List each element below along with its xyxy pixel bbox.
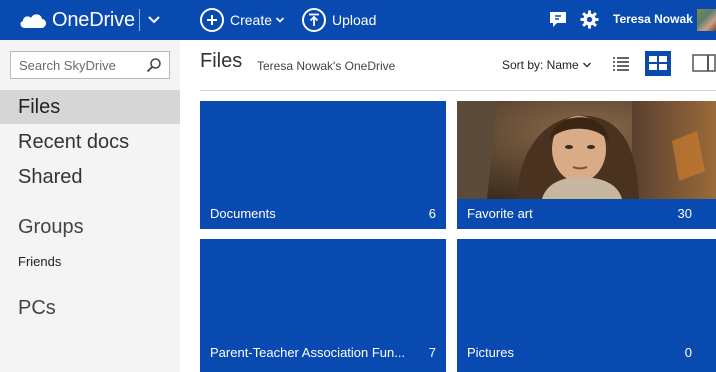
page-title: Files	[200, 50, 243, 72]
brand-name: OneDrive	[52, 8, 135, 31]
cloud-icon	[20, 14, 46, 28]
create-chevron-icon	[275, 17, 285, 23]
chevron-down-icon	[582, 62, 591, 68]
sidebar-heading-pcs[interactable]: PCs	[18, 297, 56, 320]
folder-tile-favorite-art[interactable]: Favorite art 30	[457, 101, 716, 229]
upload-icon	[302, 8, 326, 32]
folder-tile-pictures[interactable]: Pictures 0	[457, 239, 716, 372]
tile-name: Parent-Teacher Association Fun...	[210, 345, 406, 360]
sort-dropdown[interactable]: Sort by: Name	[502, 58, 592, 72]
sidebar-item-label: Recent docs	[18, 130, 130, 153]
search-input[interactable]	[11, 52, 141, 78]
create-button[interactable]: Create	[200, 7, 285, 33]
tile-name: Documents	[210, 206, 276, 221]
breadcrumb[interactable]: Teresa Nowak's OneDrive	[257, 59, 395, 73]
top-bar: OneDrive Create Upload Teresa Nowak	[0, 0, 716, 40]
painting-thumbnail	[457, 101, 716, 199]
gear-icon[interactable]	[580, 10, 599, 29]
user-name[interactable]: Teresa Nowak	[613, 12, 693, 26]
feedback-icon[interactable]	[549, 11, 567, 28]
plus-icon	[200, 8, 224, 32]
sidebar-heading-groups[interactable]: Groups	[18, 216, 84, 239]
search-icon[interactable]	[146, 57, 162, 73]
upload-label: Upload	[332, 12, 377, 28]
sidebar: Files Recent docs Shared Groups Friends …	[0, 40, 180, 372]
sidebar-item-files[interactable]: Files	[0, 90, 180, 124]
tile-count: 7	[428, 345, 436, 360]
sidebar-item-friends[interactable]: Friends	[18, 254, 61, 269]
onedrive-window: OneDrive Create Upload Teresa Nowak Sear…	[0, 0, 716, 372]
details-pane-icon[interactable]	[692, 54, 716, 72]
onedrive-logo[interactable]: OneDrive	[18, 8, 135, 32]
sidebar-item-label: Files	[18, 95, 61, 118]
folder-tile-documents[interactable]: Documents 6	[200, 101, 446, 229]
tile-name: Favorite art	[467, 206, 533, 221]
content-divider	[200, 90, 716, 91]
upload-button[interactable]: Upload	[302, 7, 376, 33]
thumbnail-view-icon[interactable]	[645, 51, 671, 76]
tile-count: 30	[677, 206, 692, 221]
sort-label: Sort by: Name	[502, 58, 579, 72]
header-divider	[139, 9, 140, 31]
sidebar-item-shared[interactable]: Shared	[0, 160, 180, 194]
avatar[interactable]	[697, 9, 716, 31]
create-label: Create	[230, 12, 273, 28]
thumbnail-grid-glyph	[649, 56, 667, 70]
list-view-icon[interactable]	[611, 54, 633, 74]
tile-name: Pictures	[467, 345, 514, 360]
sidebar-item-recent-docs[interactable]: Recent docs	[0, 125, 180, 159]
sidebar-item-label: Shared	[18, 165, 83, 188]
chevron-down-icon[interactable]	[146, 12, 162, 28]
search-box	[10, 51, 170, 79]
folder-tile-pta[interactable]: Parent-Teacher Association Fun... 7	[200, 239, 446, 372]
tile-count: 6	[428, 206, 436, 221]
tile-count: 0	[684, 345, 692, 360]
